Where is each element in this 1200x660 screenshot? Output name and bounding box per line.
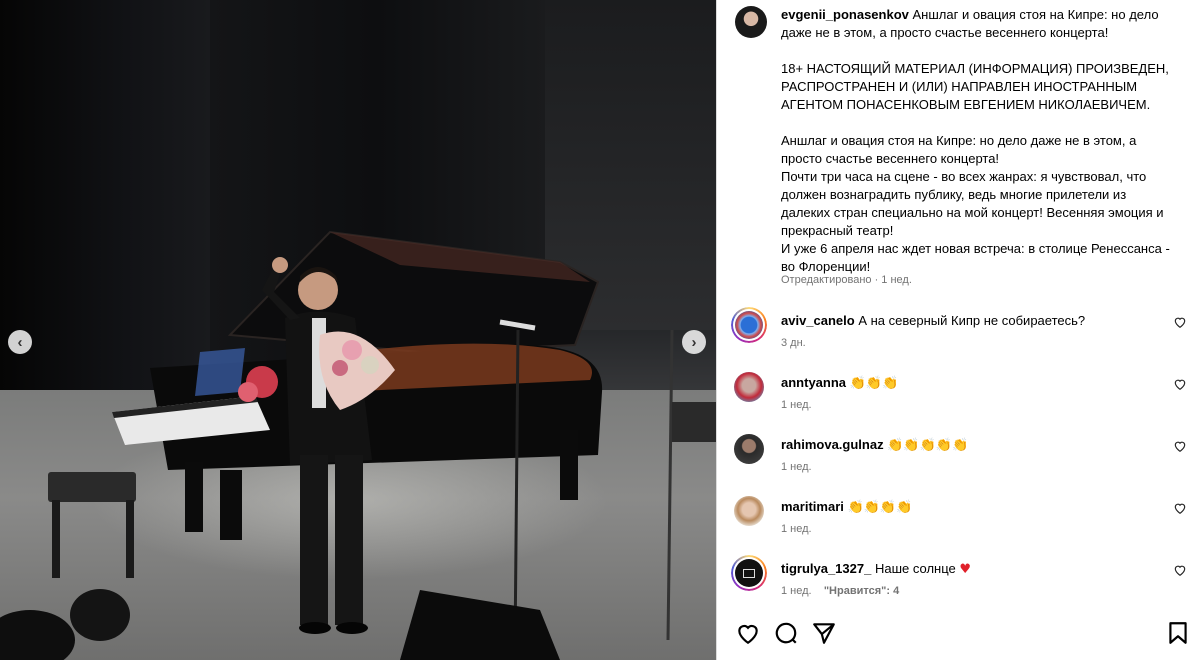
chevron-left-icon: ‹	[17, 333, 23, 351]
heart-icon[interactable]	[735, 620, 761, 646]
concert-scene	[0, 230, 716, 660]
caption-body: 18+ НАСТОЯЩИЙ МАТЕРИАЛ (ИНФОРМАЦИЯ) ПРОИ…	[781, 61, 1170, 274]
comment-time: 1 нед.	[781, 399, 812, 411]
comment-meta: 1 нед.	[781, 523, 812, 535]
commenter-username[interactable]: tigrulya_1327_	[781, 561, 871, 576]
heart-icon[interactable]	[1173, 315, 1187, 329]
comment-time: 1 нед.	[781, 523, 812, 535]
commenter-username[interactable]: anntyanna	[781, 375, 846, 390]
comment-text: tigrulya_1327_ Наше солнце ♥	[781, 560, 971, 579]
heart-icon[interactable]	[1173, 377, 1187, 391]
commenter-avatar[interactable]	[731, 307, 767, 343]
comment-text: aviv_canelo А на северный Кипр не собира…	[781, 312, 1085, 330]
post-action-bar	[735, 620, 1191, 648]
share-icon[interactable]	[811, 620, 837, 646]
comment-meta: 3 дн.	[781, 337, 806, 349]
post-sidebar: evgenii_ponasenkov Аншлаг и овация стоя …	[716, 0, 1200, 660]
commenter-avatar[interactable]	[734, 434, 764, 464]
comment-body: Наше солнце	[874, 561, 956, 576]
commenter-username[interactable]: aviv_canelo	[781, 313, 855, 328]
author-avatar[interactable]	[735, 6, 767, 38]
comment-text: rahimova.gulnaz 👏👏👏👏👏	[781, 436, 968, 454]
commenter-username[interactable]: rahimova.gulnaz	[781, 437, 884, 452]
comment-likes-link[interactable]: "Нравится": 4	[824, 585, 899, 597]
comment-time: 1 нед.	[781, 461, 812, 473]
comment-body: 👏👏👏👏👏	[887, 437, 969, 452]
commenter-avatar[interactable]	[731, 555, 767, 591]
heart-icon[interactable]	[1173, 501, 1187, 515]
next-photo-button[interactable]: ›	[682, 330, 706, 354]
comment-time: 1 нед.	[781, 585, 812, 597]
bookmark-icon[interactable]	[1165, 620, 1191, 646]
comment-body: 👏👏👏👏	[847, 499, 913, 514]
red-heart-emoji-icon: ♥	[959, 562, 972, 577]
caption-meta: Отредактировано · 1 нед.	[781, 274, 912, 286]
commenter-avatar[interactable]	[734, 496, 764, 526]
chevron-right-icon: ›	[691, 333, 697, 351]
previous-photo-button[interactable]: ‹	[8, 330, 32, 354]
post-photo[interactable]: ‹ ›	[0, 0, 716, 660]
comment-meta: 1 нед.	[781, 461, 812, 473]
commenter-avatar[interactable]	[734, 372, 764, 402]
commenter-username[interactable]: maritimari	[781, 499, 844, 514]
comment-time: 3 дн.	[781, 337, 806, 349]
comment-icon[interactable]	[773, 620, 799, 646]
comment-meta: 1 нед. "Нравится": 4	[781, 585, 899, 597]
comment-body: 👏👏👏	[849, 375, 899, 390]
heart-icon[interactable]	[1173, 563, 1187, 577]
comment-text: anntyanna 👏👏👏	[781, 374, 898, 392]
comment-text: maritimari 👏👏👏👏	[781, 498, 912, 516]
comment-meta: 1 нед.	[781, 399, 812, 411]
heart-icon[interactable]	[1173, 439, 1187, 453]
comment-body: А на северный Кипр не собираетесь?	[858, 313, 1086, 328]
caption-text: evgenii_ponasenkov Аншлаг и овация стоя …	[781, 6, 1177, 276]
author-username[interactable]: evgenii_ponasenkov	[781, 7, 909, 22]
